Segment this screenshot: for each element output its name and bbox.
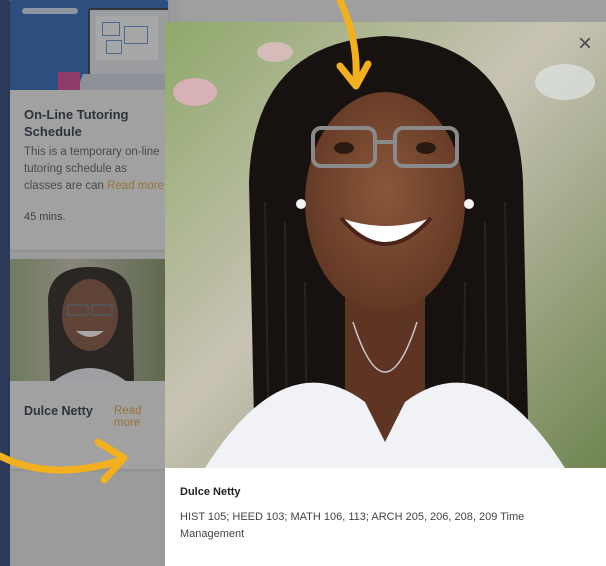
modal-name: Dulce Netty — [180, 486, 241, 498]
close-icon[interactable]: × — [572, 32, 598, 58]
profile-photo — [165, 22, 606, 468]
modal-description: HIST 105; HEED 103; MATH 106, 113; ARCH … — [180, 511, 525, 540]
profile-modal: × Dulce Netty HIST 105; HEED 103; MATH 1… — [165, 22, 606, 566]
